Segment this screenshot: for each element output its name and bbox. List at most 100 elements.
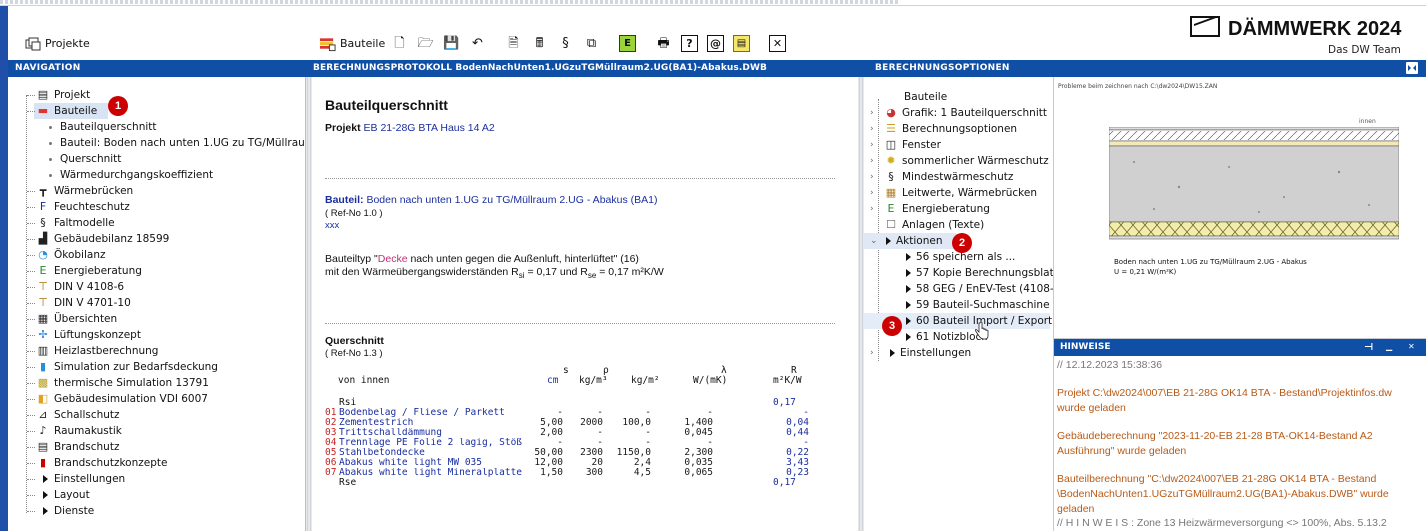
undo-icon[interactable]: ↶ <box>469 35 486 52</box>
option-label: Berechnungsoptionen <box>902 123 1018 135</box>
table-header: sρλR <box>325 366 830 376</box>
close-icon[interactable]: ✕ <box>769 35 786 52</box>
nav-item[interactable]: Layout <box>8 487 305 503</box>
option-item[interactable]: › ✹ sommerlicher Wärmeschutz <box>864 153 1050 169</box>
option-label: Leitwerte, Wärmebrücken <box>902 187 1037 199</box>
energy-icon[interactable]: E <box>619 35 636 52</box>
new-file-icon[interactable]: 🗋 <box>391 35 408 52</box>
save-icon[interactable]: 💾 <box>443 35 460 52</box>
minimize-icon[interactable]: ▁ <box>1386 342 1392 351</box>
nav-item[interactable]: Wärmedurchgangskoeffizient <box>8 167 305 183</box>
table-row: 05 Stahlbetondecke 50,00 2300 1150,0 2,300 0,2… <box>325 448 830 458</box>
expand-arrow-icon[interactable] <box>43 475 48 483</box>
nav-item[interactable]: E Energieberatung <box>8 263 305 279</box>
bauteile-icon: ▬ <box>37 104 49 117</box>
left-accent-bar <box>0 6 8 531</box>
thermal-simulation-icon: ▩ <box>37 376 49 389</box>
nav-item-label: Brandschutz <box>54 441 120 453</box>
nav-item[interactable]: ▥ Heizlastberechnung <box>8 343 305 359</box>
expand-chevron-icon[interactable]: › <box>870 345 874 361</box>
expand-arrow-icon[interactable] <box>43 491 48 499</box>
nav-item-label: Übersichten <box>54 313 118 325</box>
stamp-icon[interactable]: § <box>557 35 574 52</box>
eco-balance-icon: ◔ <box>38 248 48 261</box>
option-item[interactable]: 59 Bauteil-Suchmaschine <box>864 297 1050 313</box>
nav-item[interactable]: ⊤ DIN V 4108-6 <box>8 279 305 295</box>
nav-item[interactable]: ┳ Wärmebrücken <box>8 183 305 199</box>
nav-item[interactable]: ▮ Brandschutzkonzepte <box>8 455 305 471</box>
hints-title: HINWEISE <box>1060 342 1111 352</box>
nav-item[interactable]: ▤ Projekt <box>8 87 305 103</box>
nav-item[interactable]: ♪ Raumakustik <box>8 423 305 439</box>
nav-item[interactable]: ▩ thermische Simulation 13791 <box>8 375 305 391</box>
nav-item-label: Wärmedurchgangskoeffizient <box>60 169 214 181</box>
protocol-document: Bauteilquerschnitt Projekt EB 21-28G BTA… <box>312 77 858 531</box>
option-item[interactable]: Bauteile <box>864 89 1050 105</box>
expand-chevron-icon[interactable]: › <box>870 185 874 201</box>
nav-item[interactable]: ▦ Übersichten <box>8 311 305 327</box>
option-item[interactable]: ☐ Anlagen (Texte) <box>864 217 1050 233</box>
doc-bauteiltyp: Bauteiltyp "Decke nach unten gegen die A… <box>325 253 639 265</box>
calculator-icon[interactable]: 🖩 <box>531 35 548 52</box>
doc-title: Bauteilquerschnitt <box>325 97 448 113</box>
export-icon[interactable]: ⧉ <box>583 35 600 52</box>
option-item[interactable]: › E Energieberatung <box>864 201 1050 217</box>
option-item[interactable]: › ☰ Berechnungsoptionen <box>864 121 1050 137</box>
option-item[interactable]: 58 GEG / EnEV-Test (4108-6 <box>864 281 1053 297</box>
nav-item[interactable]: Einstellungen <box>8 471 305 487</box>
document-icon[interactable]: 🗎 <box>505 35 522 52</box>
panel-toggle-icon[interactable] <box>1406 62 1418 74</box>
help-icon[interactable]: ? <box>681 35 698 52</box>
expand-chevron-icon[interactable]: › <box>870 153 874 169</box>
nav-item[interactable]: ▟ Gebäudebilanz 18599 <box>8 231 305 247</box>
option-item[interactable]: › ◕ Grafik: 1 Bauteilquerschnitt <box>864 105 1050 121</box>
nav-item[interactable]: Bauteil: Boden nach unten 1.UG zu TG/Mül… <box>8 135 305 151</box>
info-icon[interactable]: @ <box>707 35 724 52</box>
nav-item[interactable]: ✢ Lüftungskonzept <box>8 327 305 343</box>
expand-chevron-icon[interactable]: › <box>870 201 874 217</box>
nav-item[interactable]: Querschnitt <box>8 151 305 167</box>
option-item[interactable]: › ▦ Leitwerte, Wärmebrücken <box>864 185 1050 201</box>
pin-icon[interactable]: ⊣ <box>1364 342 1373 353</box>
option-item[interactable]: › Einstellungen <box>864 345 1050 361</box>
nav-item-label: Wärmebrücken <box>54 185 134 197</box>
nav-item[interactable]: ⊤ DIN V 4701-10 <box>8 295 305 311</box>
option-label: Bauteile <box>904 91 948 103</box>
expand-chevron-icon[interactable]: › <box>870 137 874 153</box>
open-folder-icon[interactable]: 🗁 <box>417 35 434 52</box>
nav-item[interactable]: ▬ Bauteile <box>27 103 108 119</box>
option-item[interactable]: 57 Kopie Berechnungsblatt <box>864 265 1053 281</box>
expand-chevron-icon[interactable]: › <box>870 121 874 137</box>
expand-chevron-icon[interactable]: › <box>870 169 874 185</box>
option-item[interactable]: › ◫ Fenster <box>864 137 1050 153</box>
close-panel-icon[interactable]: ✕ <box>1408 342 1415 351</box>
option-label: 57 Kopie Berechnungsblatt <box>916 267 1054 279</box>
projects-button[interactable]: Projekte <box>24 35 90 52</box>
expand-chevron-icon[interactable]: › <box>870 105 874 121</box>
print-icon[interactable]: 🖶 <box>655 35 672 52</box>
note-icon[interactable]: ▤ <box>733 35 750 52</box>
nav-item-label: Faltmodelle <box>54 217 115 229</box>
option-item[interactable]: ⌄ Aktionen <box>864 233 956 249</box>
nav-item[interactable]: § Faltmodelle <box>8 215 305 231</box>
nav-item[interactable]: ⊿ Schallschutz <box>8 407 305 423</box>
expand-arrow-icon[interactable] <box>43 507 48 515</box>
nav-item-label: Lüftungskonzept <box>54 329 141 341</box>
table-cell: Zementestrich <box>339 418 414 428</box>
nav-item[interactable]: ◧ Gebäudesimulation VDI 6007 <box>8 391 305 407</box>
nav-item[interactable]: ◔ Ökobilanz <box>8 247 305 263</box>
bauteile-button[interactable]: Bauteile <box>319 35 385 52</box>
table-cell: 0,17 <box>773 477 796 488</box>
nav-item[interactable]: F Feuchteschutz <box>8 199 305 215</box>
option-item[interactable]: › § Mindestwärmeschutz <box>864 169 1050 185</box>
building-balance-icon: ▟ <box>38 232 48 245</box>
nav-item[interactable]: ▤ Brandschutz <box>8 439 305 455</box>
project-icon: ▤ <box>37 88 49 101</box>
preview-message: Probleme beim zeichnen nach C:\dw2024\DW… <box>1058 83 1218 90</box>
nav-item[interactable]: ▮ Simulation zur Bedarfsdeckung <box>8 359 305 375</box>
nav-item[interactable]: Bauteilquerschnitt <box>8 119 305 135</box>
header-cell: s <box>563 365 569 376</box>
nav-item[interactable]: Dienste <box>8 503 305 519</box>
collapse-chevron-icon[interactable]: ⌄ <box>870 233 878 249</box>
callout-badge-1: 1 <box>108 96 128 116</box>
